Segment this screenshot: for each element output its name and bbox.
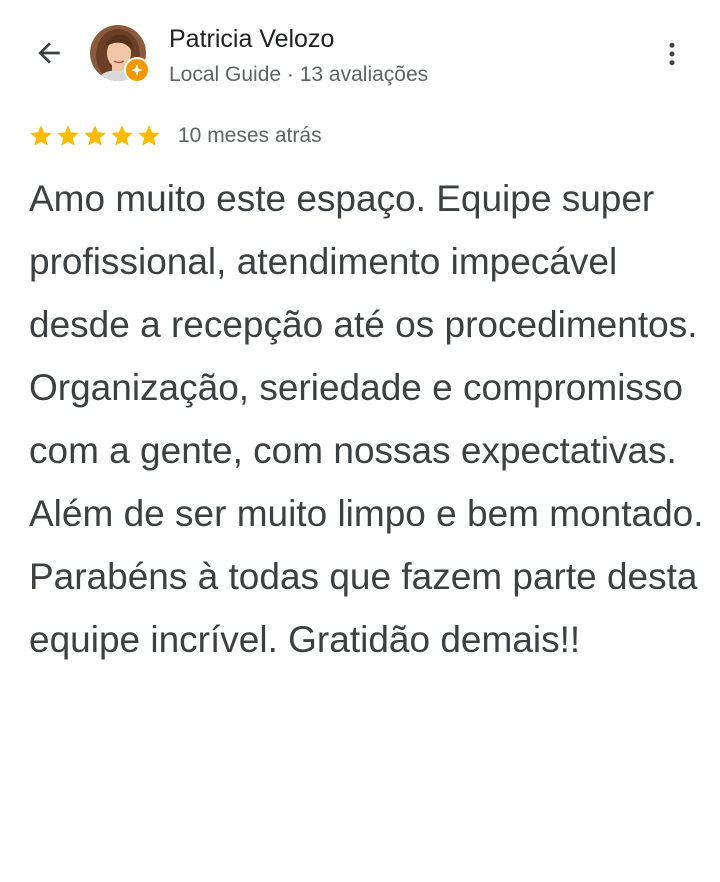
star-rating: [28, 123, 162, 149]
local-guide-star-icon: [131, 64, 143, 76]
star-icon: [30, 125, 52, 146]
back-button[interactable]: [26, 30, 72, 76]
author-name[interactable]: Patricia Velozo: [169, 24, 334, 54]
star-icon: [57, 125, 79, 146]
more-vertical-icon: [669, 42, 675, 66]
more-options-button[interactable]: [650, 32, 694, 76]
star-icon: [84, 125, 106, 146]
local-guide-badge: [124, 57, 150, 83]
review-text: Amo muito este espaço. Equipe super prof…: [29, 178, 704, 660]
review-date: 10 meses atrás: [178, 124, 322, 147]
rating-row: 10 meses atrás: [28, 122, 322, 150]
review-header: Patricia Velozo Local Guide · 13 avaliaç…: [0, 0, 720, 110]
star-icon: [111, 125, 133, 146]
author-avatar[interactable]: [90, 25, 150, 85]
author-meta: Local Guide · 13 avaliações: [169, 63, 429, 86]
star-icon: [138, 125, 160, 146]
arrow-back-icon: [38, 42, 60, 64]
